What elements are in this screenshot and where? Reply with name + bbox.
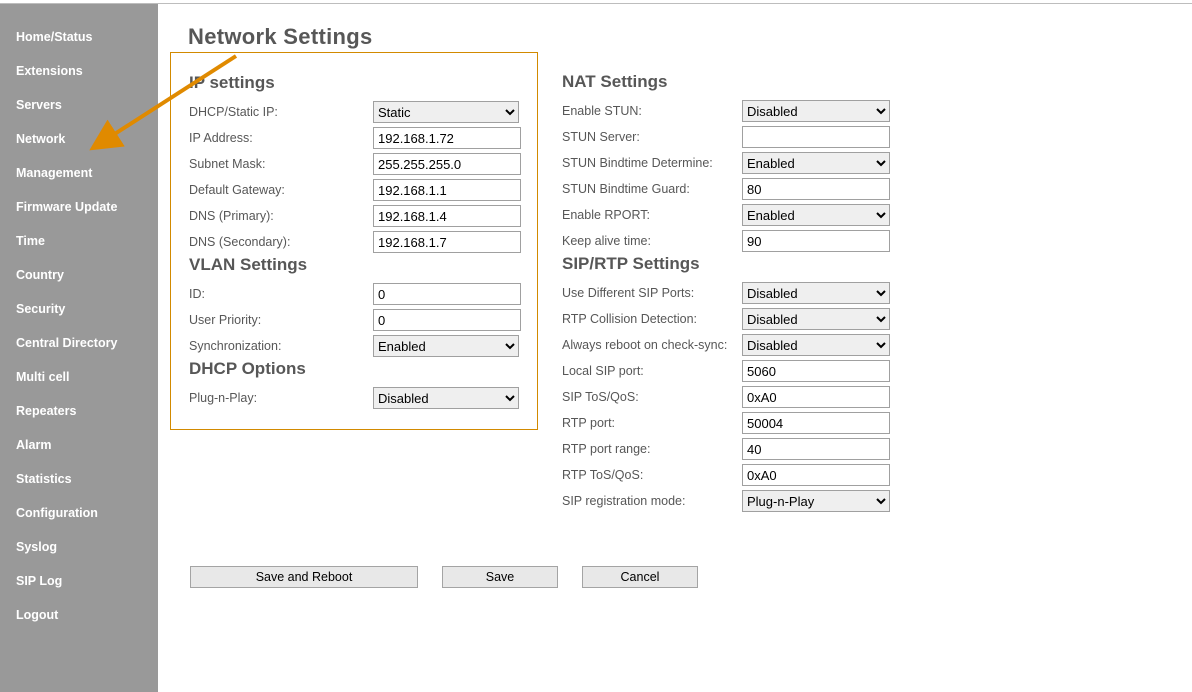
rtp-tos-qos-input[interactable] [742, 464, 890, 486]
local-sip-port-label: Local SIP port: [562, 364, 742, 378]
enable-rport-label: Enable RPORT: [562, 208, 742, 222]
sidebar-item-home-status[interactable]: Home/Status [0, 20, 158, 54]
rtp-collision-detection-label: RTP Collision Detection: [562, 312, 742, 326]
stun-server-input[interactable] [742, 126, 890, 148]
keep-alive-time-input[interactable] [742, 230, 890, 252]
highlighted-section: IP settings DHCP/Static IP: StaticDHCP I… [170, 52, 538, 430]
use-different-sip-ports-label: Use Different SIP Ports: [562, 286, 742, 300]
section-sip-rtp-settings: SIP/RTP Settings [562, 254, 912, 274]
sip-registration-mode-label: SIP registration mode: [562, 494, 742, 508]
stun-server-label: STUN Server: [562, 130, 742, 144]
enable-stun-label: Enable STUN: [562, 104, 742, 118]
sidebar-item-configuration[interactable]: Configuration [0, 496, 158, 530]
keep-alive-time-label: Keep alive time: [562, 234, 742, 248]
sip-tos-qos-label: SIP ToS/QoS: [562, 390, 742, 404]
default-gateway-label: Default Gateway: [189, 183, 373, 197]
vlan-user-priority-input[interactable] [373, 309, 521, 331]
rtp-collision-detection-select[interactable]: EnabledDisabled [742, 308, 890, 330]
dns-primary-input[interactable] [373, 205, 521, 227]
page-title: Network Settings [188, 24, 1192, 50]
subnet-mask-input[interactable] [373, 153, 521, 175]
vlan-id-input[interactable] [373, 283, 521, 305]
dns-secondary-input[interactable] [373, 231, 521, 253]
always-reboot-check-sync-select[interactable]: EnabledDisabled [742, 334, 890, 356]
section-nat-settings: NAT Settings [562, 72, 912, 92]
stun-bindtime-guard-input[interactable] [742, 178, 890, 200]
vlan-user-priority-label: User Priority: [189, 313, 373, 327]
sidebar-item-multi-cell[interactable]: Multi cell [0, 360, 158, 394]
dhcp-static-ip-select[interactable]: StaticDHCP [373, 101, 519, 123]
subnet-mask-label: Subnet Mask: [189, 157, 373, 171]
plug-n-play-label: Plug-n-Play: [189, 391, 373, 405]
sidebar-item-security[interactable]: Security [0, 292, 158, 326]
sidebar-item-network[interactable]: Network [0, 122, 158, 156]
sidebar-item-central-directory[interactable]: Central Directory [0, 326, 158, 360]
rtp-port-range-input[interactable] [742, 438, 890, 460]
sidebar-item-alarm[interactable]: Alarm [0, 428, 158, 462]
sidebar-item-country[interactable]: Country [0, 258, 158, 292]
always-reboot-check-sync-label: Always reboot on check-sync: [562, 338, 742, 352]
dhcp-static-ip-label: DHCP/Static IP: [189, 105, 373, 119]
dns-primary-label: DNS (Primary): [189, 209, 373, 223]
sidebar-item-servers[interactable]: Servers [0, 88, 158, 122]
default-gateway-input[interactable] [373, 179, 521, 201]
stun-bindtime-determine-select[interactable]: EnabledDisabled [742, 152, 890, 174]
sip-registration-mode-select[interactable]: Plug-n-Play [742, 490, 890, 512]
rtp-port-label: RTP port: [562, 416, 742, 430]
sidebar-item-firmware-update[interactable]: Firmware Update [0, 190, 158, 224]
vlan-synchronization-select[interactable]: EnabledDisabled [373, 335, 519, 357]
save-button[interactable]: Save [442, 566, 558, 588]
sidebar-item-sip-log[interactable]: SIP Log [0, 564, 158, 598]
section-dhcp-options: DHCP Options [189, 359, 519, 379]
rtp-tos-qos-label: RTP ToS/QoS: [562, 468, 742, 482]
ip-address-label: IP Address: [189, 131, 373, 145]
vlan-id-label: ID: [189, 287, 373, 301]
sidebar-item-statistics[interactable]: Statistics [0, 462, 158, 496]
section-ip-settings: IP settings [189, 73, 519, 93]
plug-n-play-select[interactable]: EnabledDisabled [373, 387, 519, 409]
enable-rport-select[interactable]: EnabledDisabled [742, 204, 890, 226]
vlan-synchronization-label: Synchronization: [189, 339, 373, 353]
save-and-reboot-button[interactable]: Save and Reboot [190, 566, 418, 588]
enable-stun-select[interactable]: EnabledDisabled [742, 100, 890, 122]
rtp-port-range-label: RTP port range: [562, 442, 742, 456]
cancel-button[interactable]: Cancel [582, 566, 698, 588]
sidebar-item-repeaters[interactable]: Repeaters [0, 394, 158, 428]
sidebar-item-time[interactable]: Time [0, 224, 158, 258]
rtp-port-input[interactable] [742, 412, 890, 434]
sidebar: Home/Status Extensions Servers Network M… [0, 4, 158, 692]
sip-tos-qos-input[interactable] [742, 386, 890, 408]
dns-secondary-label: DNS (Secondary): [189, 235, 373, 249]
sidebar-item-management[interactable]: Management [0, 156, 158, 190]
use-different-sip-ports-select[interactable]: EnabledDisabled [742, 282, 890, 304]
section-vlan-settings: VLAN Settings [189, 255, 519, 275]
sidebar-item-logout[interactable]: Logout [0, 598, 158, 632]
ip-address-input[interactable] [373, 127, 521, 149]
stun-bindtime-determine-label: STUN Bindtime Determine: [562, 156, 742, 170]
stun-bindtime-guard-label: STUN Bindtime Guard: [562, 182, 742, 196]
local-sip-port-input[interactable] [742, 360, 890, 382]
sidebar-item-syslog[interactable]: Syslog [0, 530, 158, 564]
sidebar-item-extensions[interactable]: Extensions [0, 54, 158, 88]
